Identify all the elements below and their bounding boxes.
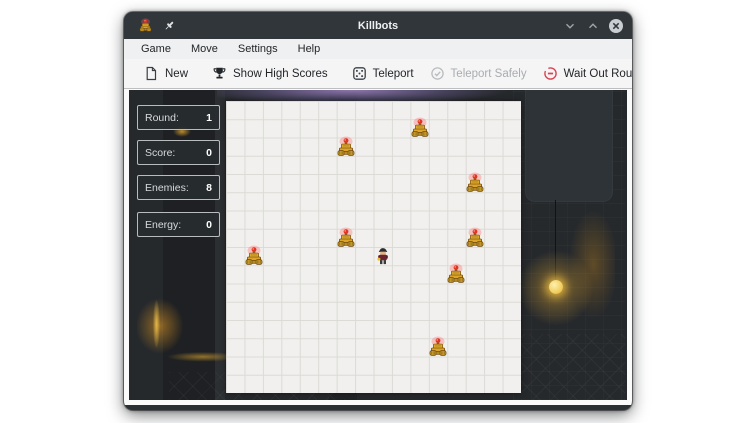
game-scene: Round: 1 Score: 0 Enemies: 8 Energy: 0 — [129, 90, 627, 400]
scene-left-glow — [137, 286, 197, 366]
menu-game[interactable]: Game — [131, 39, 181, 59]
scene-brick-wall — [513, 90, 625, 400]
robot-enemy — [445, 263, 467, 285]
main-content: Round: 1 Score: 0 Enemies: 8 Energy: 0 — [124, 89, 632, 405]
teleport-label: Teleport — [373, 68, 414, 80]
round-status: Round: 1 — [137, 105, 220, 130]
round-value: 1 — [206, 112, 212, 124]
robot-enemy — [427, 336, 449, 358]
close-button[interactable] — [608, 18, 624, 34]
energy-status: Energy: 0 — [137, 212, 220, 237]
check-circle-icon — [430, 66, 445, 81]
killbots-window: Killbots Game Move Settings — [124, 12, 632, 410]
chevron-up-icon — [586, 19, 600, 33]
scene-amber-glow — [553, 182, 615, 332]
chevron-down-icon — [563, 19, 577, 33]
enemies-value: 8 — [206, 182, 212, 194]
round-label: Round: — [145, 112, 179, 124]
scene-left-glow — [153, 300, 160, 348]
energy-value: 0 — [206, 219, 212, 231]
lamp-cord — [555, 200, 556, 284]
game-grid[interactable] — [226, 101, 521, 393]
maximize-button[interactable] — [585, 18, 601, 34]
score-label: Score: — [145, 147, 175, 159]
trophy-icon — [212, 66, 227, 81]
scene-crosshatch-floor — [521, 334, 625, 400]
scene-shadow-band — [163, 90, 215, 400]
scene-wall-panel — [525, 90, 613, 202]
minimize-button[interactable] — [562, 18, 578, 34]
show-high-scores-label: Show High Scores — [233, 68, 328, 80]
robot-enemy — [335, 227, 357, 249]
robot-enemy — [335, 136, 357, 158]
menu-help[interactable]: Help — [288, 39, 331, 59]
scene-light-band — [215, 90, 225, 400]
toolbar: New Show High Scores Teleport — [124, 59, 632, 89]
teleport-safely-button[interactable]: Teleport Safely — [422, 61, 535, 87]
player-character — [375, 247, 391, 266]
lamp-glow — [518, 250, 594, 326]
score-value: 0 — [206, 147, 212, 159]
close-icon — [608, 18, 624, 34]
wait-out-round-button[interactable]: Wait Out Round — [535, 61, 632, 87]
teleport-safely-label: Teleport Safely — [451, 68, 527, 80]
wait-out-round-label: Wait Out Round — [564, 68, 632, 80]
window-title: Killbots — [124, 20, 632, 32]
robot-enemy — [464, 227, 486, 249]
pin-icon[interactable] — [162, 19, 176, 33]
enemies-status: Enemies: 8 — [137, 175, 220, 200]
app-robot-icon[interactable] — [138, 18, 153, 33]
teleport-button[interactable]: Teleport — [344, 61, 422, 87]
menu-settings[interactable]: Settings — [228, 39, 288, 59]
score-status: Score: 0 — [137, 140, 220, 165]
stop-circle-icon — [543, 66, 558, 81]
energy-label: Energy: — [145, 219, 181, 231]
teleport-dice-icon — [352, 66, 367, 81]
titlebar[interactable]: Killbots — [124, 12, 632, 39]
new-game-button[interactable]: New — [136, 61, 196, 87]
new-game-label: New — [165, 68, 188, 80]
show-high-scores-button[interactable]: Show High Scores — [204, 61, 336, 87]
menubar: Game Move Settings Help — [124, 39, 632, 59]
robot-enemy — [464, 172, 486, 194]
lamp-bulb — [549, 280, 563, 294]
robot-enemy — [243, 245, 265, 267]
new-document-icon — [144, 66, 159, 81]
robot-enemy — [409, 117, 431, 139]
enemies-label: Enemies: — [145, 182, 189, 194]
menu-move[interactable]: Move — [181, 39, 228, 59]
